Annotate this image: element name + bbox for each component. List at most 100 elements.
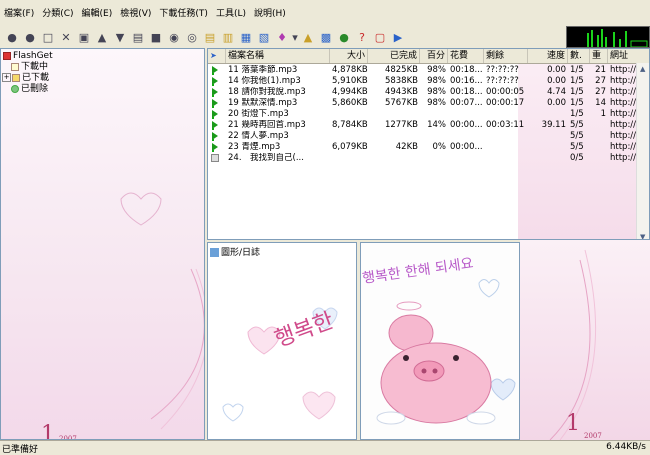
help-icon[interactable]: ? bbox=[354, 29, 370, 45]
cell-spent: 00:18... bbox=[450, 65, 483, 75]
scroll-up-icon[interactable]: ▲ bbox=[640, 65, 645, 73]
greeting-text: 행복한 한해 되세요 bbox=[361, 256, 474, 287]
properties-icon[interactable]: ▣ bbox=[76, 29, 92, 45]
cell-name: 21 幾時再回首.mp3 bbox=[228, 120, 306, 130]
file-manager-icon[interactable]: ▦ bbox=[238, 29, 254, 45]
skin-icon[interactable]: ▢ bbox=[372, 29, 388, 45]
downloading-task-icon bbox=[212, 77, 218, 86]
cell-pct: 98% bbox=[427, 65, 446, 75]
traffic-monitor[interactable] bbox=[566, 26, 650, 48]
speed-limit-icon[interactable]: ♦ bbox=[274, 29, 290, 45]
status-text: 已準備好 bbox=[2, 445, 39, 455]
status-speed: 6.44KB/s bbox=[606, 442, 646, 452]
cell-pct bbox=[420, 131, 448, 142]
header-done[interactable]: 已完成 bbox=[368, 49, 420, 63]
new-task-icon[interactable]: □ bbox=[40, 29, 56, 45]
menu-file[interactable]: 檔案(F) bbox=[0, 6, 38, 22]
category-folder-icon[interactable]: ▤ bbox=[202, 29, 218, 45]
cell-done: 42KB bbox=[395, 142, 418, 152]
cell-parts: 0/5 bbox=[570, 153, 584, 163]
move-up-icon[interactable]: ▲ bbox=[94, 29, 110, 45]
cell-done bbox=[368, 131, 420, 142]
menu-category[interactable]: 分類(C) bbox=[38, 6, 77, 22]
options-icon[interactable]: ▩ bbox=[318, 29, 334, 45]
cell-spent: 00:18... bbox=[450, 87, 483, 97]
menu-tools[interactable]: 工具(L) bbox=[212, 6, 250, 22]
cell-speed: 0.00 bbox=[547, 98, 566, 108]
list-header: ➤ 檔案名稱 大小 已完成 百分 花費 剩餘 速度 數. 重 網址 bbox=[208, 49, 649, 64]
cell-pct: 14% bbox=[427, 120, 446, 130]
move-down-icon[interactable]: ▼ bbox=[112, 29, 128, 45]
cell-pct bbox=[420, 153, 448, 164]
cell-pct: 98% bbox=[427, 98, 446, 108]
start-icon[interactable]: ● bbox=[4, 29, 20, 45]
table-row[interactable]: 22 情人夢.mp3 5/5 http://bbs. bbox=[208, 131, 649, 142]
header-filename[interactable]: 檔案名稱 bbox=[226, 49, 330, 63]
cell-retry: 21 bbox=[595, 65, 606, 75]
table-row[interactable]: 19 默默深情.mp3 5,860KB 5767KB 98% 00:07... 00:00… bbox=[208, 98, 649, 109]
globe-icon[interactable]: ● bbox=[336, 29, 352, 45]
header-parts[interactable]: 數. bbox=[568, 49, 590, 63]
exit-icon[interactable]: ▶ bbox=[390, 29, 406, 45]
header-url[interactable]: 網址 bbox=[608, 49, 649, 63]
tree-background-decor bbox=[120, 192, 204, 430]
right-background-decor: 1 2007 bbox=[520, 240, 650, 440]
cell-done bbox=[368, 153, 420, 164]
menu-view[interactable]: 檢視(V) bbox=[116, 6, 155, 22]
move-category-icon[interactable]: ▥ bbox=[220, 29, 236, 45]
cell-parts: 1/5 bbox=[570, 87, 584, 97]
scroll-down-icon[interactable]: ▼ bbox=[640, 233, 645, 239]
cell-retry bbox=[590, 153, 608, 164]
cell-speed: 4.74 bbox=[547, 87, 566, 97]
site-explorer-icon[interactable]: ▧ bbox=[256, 29, 272, 45]
header-retry[interactable]: 重 bbox=[590, 49, 608, 63]
menu-tasks[interactable]: 下載任務(T) bbox=[155, 6, 212, 22]
cell-speed bbox=[528, 142, 568, 153]
cell-size bbox=[330, 131, 368, 142]
pig-illustration: 행복한 한해 되세요 bbox=[361, 256, 516, 425]
header-status[interactable]: ➤ bbox=[208, 49, 226, 63]
delete-icon[interactable]: ✕ bbox=[58, 29, 74, 45]
header-percent[interactable]: 百分 bbox=[420, 49, 448, 63]
downloading-task-icon bbox=[212, 143, 218, 152]
menu-edit[interactable]: 編輯(E) bbox=[78, 6, 117, 22]
speed-dropdown-icon[interactable]: ▾ bbox=[292, 29, 298, 45]
table-row[interactable]: 21 幾時再回首.mp3 8,784KB 1277KB 14% 00:00... 00:0… bbox=[208, 120, 649, 131]
cell-left: 00:00:17 bbox=[486, 98, 525, 108]
header-speed[interactable]: 速度 bbox=[528, 49, 568, 63]
cell-parts: 1/5 bbox=[570, 98, 584, 108]
cell-left bbox=[484, 131, 528, 142]
cell-size: 8,784KB bbox=[332, 120, 368, 130]
cell-size: 5,860KB bbox=[332, 98, 368, 108]
cell-retry: 14 bbox=[595, 98, 606, 108]
cell-retry bbox=[590, 131, 608, 142]
table-row[interactable]: 11 落葉季節.mp3 4,878KB 4825KB 98% 00:18...??:??… bbox=[208, 65, 649, 76]
cell-name: 19 默默深情.mp3 bbox=[228, 98, 298, 108]
table-row[interactable]: 20 街燈下.mp3 1/5 1 http://bbs. bbox=[208, 109, 649, 120]
header-left[interactable]: 剩餘 bbox=[484, 49, 528, 63]
cell-name: 23 青煙.mp3 bbox=[228, 142, 281, 152]
download-list: ➤ 檔案名稱 大小 已完成 百分 花費 剩餘 速度 數. 重 網址 11 落葉季… bbox=[207, 48, 650, 240]
find-next-icon[interactable]: ◎ bbox=[184, 29, 200, 45]
traffic-graph bbox=[587, 29, 648, 48]
table-row[interactable]: 18 請你對我說.mp3 4,994KB 4943KB 98% 00:18... 00:0… bbox=[208, 87, 649, 98]
cell-speed: 39.11 bbox=[541, 120, 566, 130]
downloading-task-icon bbox=[212, 110, 218, 119]
table-row[interactable]: 23 青煙.mp3 6,079KB 42KB 0% 00:00... 5/5 http://… bbox=[208, 142, 649, 153]
header-spent[interactable]: 花費 bbox=[448, 49, 484, 63]
downloading-task-icon bbox=[212, 99, 218, 108]
connect-icon[interactable]: ▲ bbox=[300, 29, 316, 45]
header-size[interactable]: 大小 bbox=[330, 49, 368, 63]
table-row[interactable]: 24. 我找到自己(... 0/5 http://bbs. bbox=[208, 153, 649, 164]
cell-name: 14 你我他(1).mp3 bbox=[228, 76, 301, 86]
find-icon[interactable]: ◉ bbox=[166, 29, 182, 45]
list-scrollbar[interactable]: ▲ ▼ bbox=[636, 63, 649, 239]
open-file-icon[interactable]: ■ bbox=[148, 29, 164, 45]
pause-icon[interactable]: ● bbox=[22, 29, 38, 45]
cell-parts: 1/5 bbox=[570, 109, 584, 119]
cell-parts: 5/5 bbox=[570, 131, 584, 141]
open-folder-icon[interactable]: ▤ bbox=[130, 29, 146, 45]
menu-help[interactable]: 說明(H) bbox=[250, 6, 290, 22]
cell-left bbox=[484, 109, 528, 120]
table-row[interactable]: 14 你我他(1).mp3 5,910KB 5838KB 98% 00:16...??:… bbox=[208, 76, 649, 87]
